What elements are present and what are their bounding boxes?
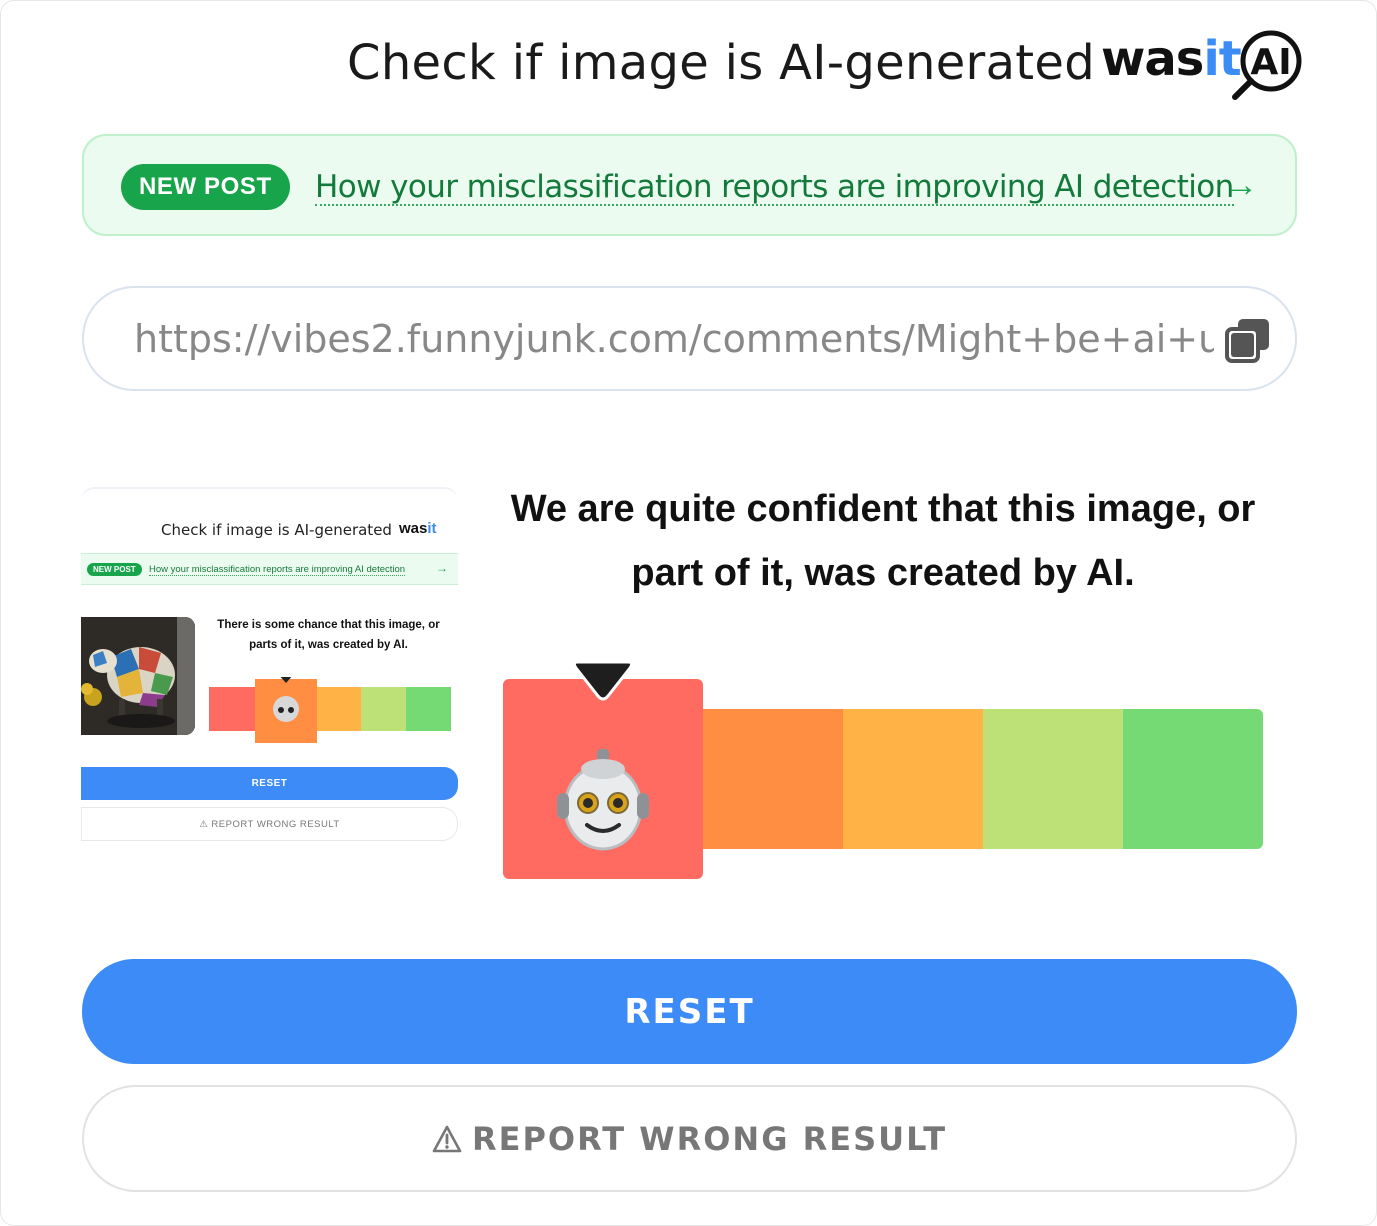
thumb-title: Check if image is AI-generated xyxy=(161,521,392,539)
page-title: Check if image is AI-generated xyxy=(347,35,1096,91)
stained-glass-cow-image xyxy=(81,617,195,735)
thumb-arrow-icon: → xyxy=(436,561,448,575)
thumb-reset-button: RESET xyxy=(81,767,458,800)
thumb-report-button: ⚠ REPORT WRONG RESULT xyxy=(81,807,458,841)
thumb-banner: NEW POST How your misclassification repo… xyxy=(81,553,458,585)
svg-text:AI: AI xyxy=(1250,42,1291,83)
wasitai-logo[interactable]: wasit AI xyxy=(1101,27,1306,101)
meter-segment-4 xyxy=(983,709,1123,849)
warning-icon xyxy=(432,1125,462,1152)
thumb-photo xyxy=(81,617,195,735)
robot-icon xyxy=(557,749,649,851)
meter-segment-5 xyxy=(1123,709,1263,849)
meter-indicator xyxy=(503,679,703,879)
app-frame: Check if image is AI-generated wasit AI … xyxy=(0,0,1377,1226)
arrow-right-icon[interactable]: → xyxy=(1224,166,1258,205)
logo-text: wasit xyxy=(1101,31,1242,87)
confidence-meter xyxy=(503,660,1263,880)
reset-button[interactable]: RESET xyxy=(82,959,1297,1064)
meter-segment-2 xyxy=(703,709,843,849)
magnifier-ai-icon: AI xyxy=(1232,30,1302,100)
thumb-link: How your misclassification reports are i… xyxy=(149,564,406,576)
meter-pointer-icon xyxy=(572,660,634,701)
report-wrong-result-button[interactable]: REPORT WRONG RESULT xyxy=(82,1085,1297,1192)
analyzed-image-thumbnail: Check if image is AI-generated wasit NEW… xyxy=(81,487,458,841)
copy-icon[interactable] xyxy=(1224,316,1272,364)
thumb-meter xyxy=(209,677,451,743)
result-message: We are quite confident that this image, … xyxy=(510,488,1256,594)
new-post-badge: NEW POST xyxy=(121,164,290,210)
url-input[interactable] xyxy=(134,310,1214,368)
news-link[interactable]: How your misclassification reports are i… xyxy=(315,170,1234,206)
thumb-message: There is some chance that this image, or… xyxy=(217,619,440,651)
thumb-logo: wasit xyxy=(399,520,437,537)
url-field-container xyxy=(82,286,1297,391)
meter-segment-3 xyxy=(843,709,983,849)
thumb-badge: NEW POST xyxy=(87,563,142,576)
news-banner[interactable]: NEW POST How your misclassification repo… xyxy=(82,134,1297,236)
report-button-label: REPORT WRONG RESULT xyxy=(471,1119,948,1158)
